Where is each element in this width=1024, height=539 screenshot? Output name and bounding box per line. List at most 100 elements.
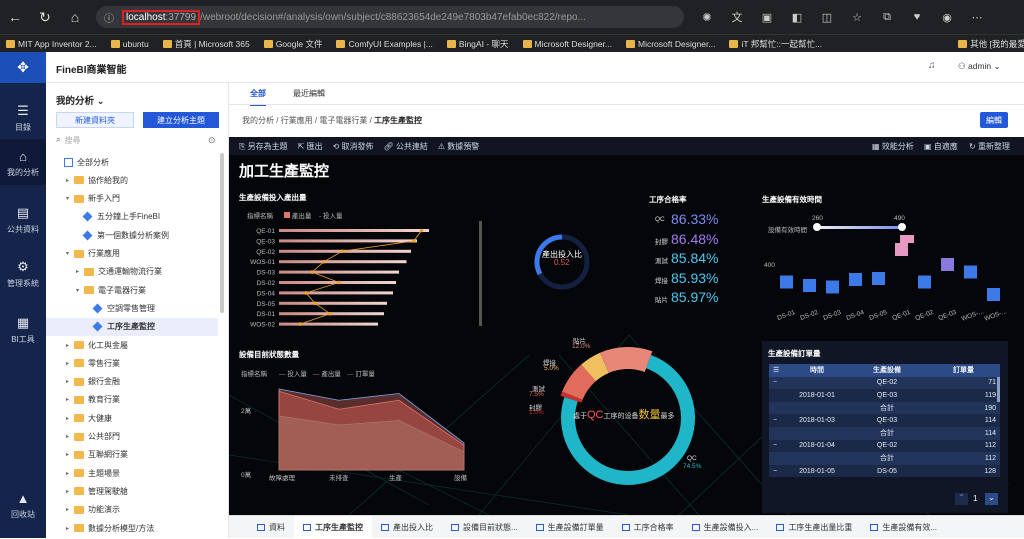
profile-icon[interactable]: ◉: [932, 11, 962, 24]
translate-icon[interactable]: 文: [722, 9, 752, 25]
rail-item[interactable]: ▤ 公共資料: [0, 195, 46, 241]
rail-item[interactable]: ⚙ 管理系統: [0, 249, 46, 295]
tree-node[interactable]: 工序生產監控: [46, 317, 218, 336]
rail-item[interactable]: ▲ 回收站: [0, 481, 46, 527]
extension-icon[interactable]: ♥: [902, 11, 932, 23]
table-row[interactable]: 2018-01-01 QE-03 119: [769, 389, 1000, 402]
favorites-icon[interactable]: ☆: [842, 11, 872, 24]
unpublish-button[interactable]: ⟲ 取消發佈: [333, 141, 374, 152]
tree-node[interactable]: ▸ 數據分析模型/方法: [46, 519, 218, 537]
tree-node[interactable]: 第一個數據分析案例: [46, 226, 218, 244]
tree-node[interactable]: ▸ 公共部門: [46, 428, 218, 446]
tree-node[interactable]: 全部分析: [46, 153, 218, 171]
bottom-tab[interactable]: 生產設備有效...: [861, 516, 946, 539]
table-row[interactable]: − 2018-01-03 QE-03 114: [769, 414, 1000, 427]
tree-node[interactable]: ▸ 零售行業: [46, 354, 218, 372]
table-row[interactable]: − 2018-01-04 QE-02 112: [769, 439, 1000, 453]
bottom-tab[interactable]: 設備目前狀態...: [442, 516, 527, 539]
bookmark-item[interactable]: ubuntu: [110, 39, 149, 49]
bottom-tab[interactable]: 產出投入比: [372, 516, 442, 539]
tree-node[interactable]: ▸ 化工與金屬: [46, 336, 218, 354]
collapse-all-icon[interactable]: ☰: [769, 364, 787, 377]
tree-node[interactable]: ▸ 功能演示: [46, 501, 218, 519]
export-button[interactable]: ⇱ 匯出: [298, 141, 323, 152]
tree-node[interactable]: ▸ 協作給我的: [46, 171, 218, 189]
user-menu[interactable]: ⚇ admin ⌄: [958, 61, 1001, 72]
home-icon[interactable]: ⌂: [60, 0, 90, 34]
bookmark-item[interactable]: 首頁 | Microsoft 365: [162, 38, 250, 50]
tree-search-input[interactable]: ⌕ 搜尋: [56, 133, 206, 147]
bottom-tab[interactable]: 工序合格率: [613, 516, 683, 539]
bookmark-item[interactable]: 其他 [我的最愛]: [958, 38, 1024, 50]
extension-icon[interactable]: ◧: [782, 11, 812, 24]
table-row[interactable]: − 2018-01-05 DS-05 128: [769, 464, 1000, 478]
tab-recent[interactable]: 最近編輯: [293, 88, 325, 99]
rail-item[interactable]: ⌂ 我的分析: [0, 139, 46, 185]
more-options-icon[interactable]: ⊙: [208, 135, 216, 146]
tree-node[interactable]: ▸ 主題場景: [46, 464, 218, 482]
bell-icon[interactable]: ♫: [928, 60, 936, 71]
tree-node[interactable]: ▸ 交通運輸物流行業: [46, 263, 218, 281]
new-subject-button[interactable]: 建立分析主題: [143, 112, 219, 128]
back-icon[interactable]: ←: [0, 0, 30, 34]
column-header[interactable]: 時間: [787, 364, 847, 377]
refresh-button[interactable]: ↻ 重新整理: [969, 141, 1010, 152]
prev-page-button[interactable]: ⌃: [955, 493, 968, 505]
legend-item[interactable]: — 訂單量: [347, 368, 375, 378]
bottom-tab[interactable]: 生產設備投入...: [683, 516, 768, 539]
rail-item[interactable]: ☰ 目錄: [0, 93, 46, 139]
tree-node[interactable]: 空調零售管理: [46, 299, 218, 317]
breadcrumb-item[interactable]: 我的分析: [242, 116, 274, 125]
save-as-subject-button[interactable]: ⎘ 另存為主題: [239, 141, 288, 152]
column-header[interactable]: 訂單量: [927, 364, 1000, 377]
bottom-tab[interactable]: 工序生產出量比重: [767, 516, 861, 539]
collections-icon[interactable]: ⧉: [872, 11, 902, 24]
tree-node[interactable]: ▾ 電子電器行業: [46, 281, 218, 299]
bookmark-item[interactable]: ComfyUI Examples |...: [336, 39, 433, 49]
table-row[interactable]: − QE-02 71: [769, 376, 1000, 390]
extension-icon[interactable]: ▣: [752, 11, 782, 24]
legend-item[interactable]: — 產出量: [313, 368, 341, 378]
split-screen-icon[interactable]: ◫: [812, 11, 842, 24]
reload-icon[interactable]: ↻: [30, 0, 60, 34]
table-row[interactable]: 合計 114: [769, 426, 1000, 440]
bookmark-item[interactable]: MIT App Inventor 2...: [6, 39, 97, 49]
tree-node[interactable]: ▸ 教育行業: [46, 391, 218, 409]
tree-node[interactable]: 五分鐘上手FineBI: [46, 208, 218, 226]
legend-item[interactable]: 產出量: [284, 210, 311, 220]
performance-button[interactable]: ▦ 效能分析: [872, 141, 914, 152]
bookmark-item[interactable]: Google 文件: [263, 38, 322, 50]
tree-node[interactable]: ▸ 管理駕駛艙: [46, 482, 218, 500]
breadcrumb-item[interactable]: 電子電器行業: [319, 116, 367, 125]
bookmark-item[interactable]: iT 邦幫忙::一起幫忙...: [729, 38, 822, 50]
range-slider-handle[interactable]: [813, 223, 821, 231]
range-slider-handle[interactable]: [898, 223, 906, 231]
tree-node[interactable]: ▾ 行業應用: [46, 245, 218, 263]
breadcrumb-item[interactable]: 行業應用: [281, 116, 313, 125]
bookmark-item[interactable]: BingAI - 聊天: [446, 38, 509, 50]
table-row[interactable]: 合計 190: [769, 401, 1000, 415]
bottom-tab[interactable]: 工序生產監控: [294, 515, 372, 539]
legend-item[interactable]: — 投入量: [279, 368, 307, 378]
tree-scrollbar[interactable]: [220, 153, 224, 313]
tree-title[interactable]: 我的分析 ⌄: [56, 93, 105, 107]
tree-node[interactable]: ▸ 大健康: [46, 409, 218, 427]
data-alert-button[interactable]: ⚠︎ 數據預警: [438, 141, 479, 152]
bottom-tab[interactable]: 生產設備訂單量: [527, 516, 613, 539]
tree-node[interactable]: ▾ 新手入門: [46, 190, 218, 208]
address-bar[interactable]: ⓘ localhost:37799 /webroot/decision#/ana…: [96, 6, 684, 28]
bottom-tab[interactable]: 資料: [229, 516, 294, 539]
bookmark-item[interactable]: Microsoft Designer...: [522, 39, 612, 49]
public-link-button[interactable]: 🔗︎ 公共連結: [384, 141, 428, 152]
next-page-button[interactable]: ⌄: [985, 493, 998, 505]
adaptive-button[interactable]: ▣ 自適應: [924, 141, 958, 152]
tree-node[interactable]: ▸ 銀行金融: [46, 373, 218, 391]
edit-button[interactable]: 編輯: [980, 112, 1008, 128]
tree-node[interactable]: ▸ 互聯網行業: [46, 446, 218, 464]
table-scrollbar[interactable]: [997, 377, 1000, 402]
more-icon[interactable]: ⋯: [962, 11, 992, 24]
legend-item[interactable]: - 投入量: [319, 210, 342, 220]
extension-icon[interactable]: ✺: [692, 11, 722, 24]
rail-item[interactable]: ▦ BI工具: [0, 305, 46, 351]
bookmark-item[interactable]: Microsoft Designer...: [625, 39, 715, 49]
